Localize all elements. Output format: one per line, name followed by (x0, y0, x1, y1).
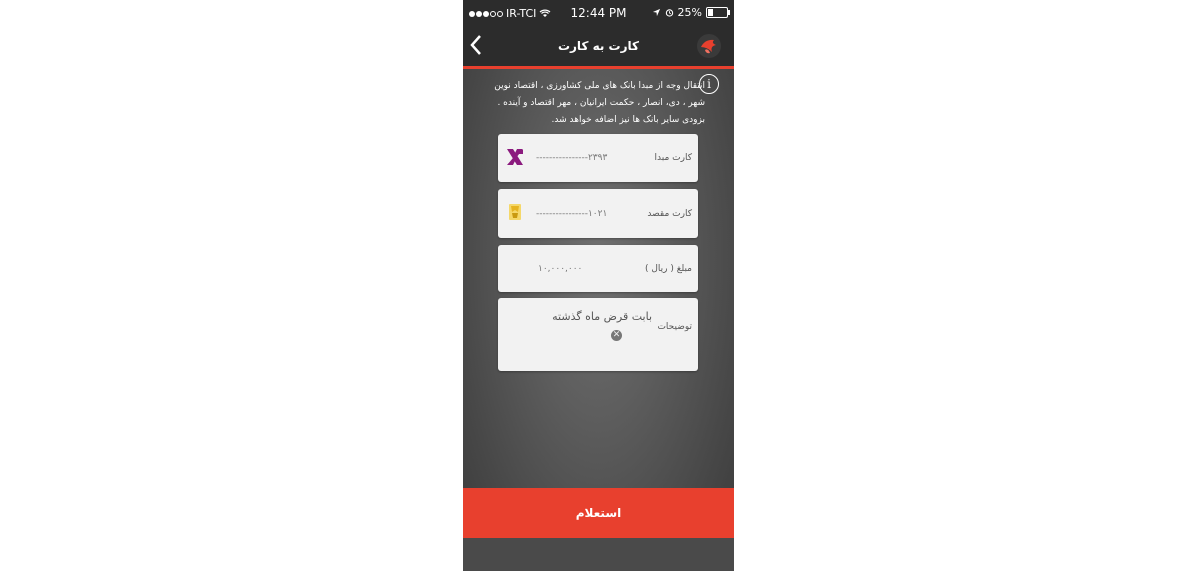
description-field[interactable]: بابت قرض ماه گذشته ✕ توضیحات (498, 298, 698, 371)
info-text: انتقال وجه از مبدا بانک های ملی کشاورزی … (494, 81, 705, 125)
description-value: بابت قرض ماه گذشته (552, 310, 652, 323)
amount-value: ۱۰,۰۰۰,۰۰۰ (538, 263, 583, 274)
nav-bar: کارت به کارت (463, 26, 734, 69)
battery-percent: 25% (677, 6, 702, 19)
page-title: کارت به کارت (557, 39, 640, 53)
amount-label: مبلغ ( ریال ) (644, 263, 692, 274)
status-bar: IR-TCI 12:44 PM 25% (463, 0, 734, 26)
location-arrow-icon (652, 8, 660, 17)
clear-icon[interactable]: ✕ (611, 330, 622, 341)
amount-field[interactable]: ۱۰,۰۰۰,۰۰۰ مبلغ ( ریال ) (498, 245, 698, 292)
app-logo-icon (697, 34, 721, 58)
info-icon[interactable]: i (699, 74, 719, 94)
phone-screen: IR-TCI 12:44 PM 25% کارت به کارت انتقال … (463, 0, 734, 571)
dest-card-number: ----------------۱۰۲۱ (536, 208, 608, 219)
description-label: توضیحات (657, 322, 692, 332)
alarm-icon (665, 9, 673, 17)
source-card-label: کارت مبدا (654, 153, 692, 163)
dest-bank-logo-icon (509, 204, 521, 220)
bottom-bar (463, 538, 734, 571)
source-card-number: ----------------۲۳۹۳ (536, 153, 608, 163)
source-bank-logo-icon (507, 149, 523, 165)
source-card-field[interactable]: ----------------۲۳۹۳ کارت مبدا (498, 134, 698, 182)
battery-icon (706, 7, 730, 18)
dest-card-field[interactable]: ----------------۱۰۲۱ کارت مقصد (498, 189, 698, 238)
status-right: 25% (652, 6, 730, 19)
confirm-button[interactable]: استعلام (463, 488, 734, 538)
dest-card-label: کارت مقصد (647, 208, 692, 219)
